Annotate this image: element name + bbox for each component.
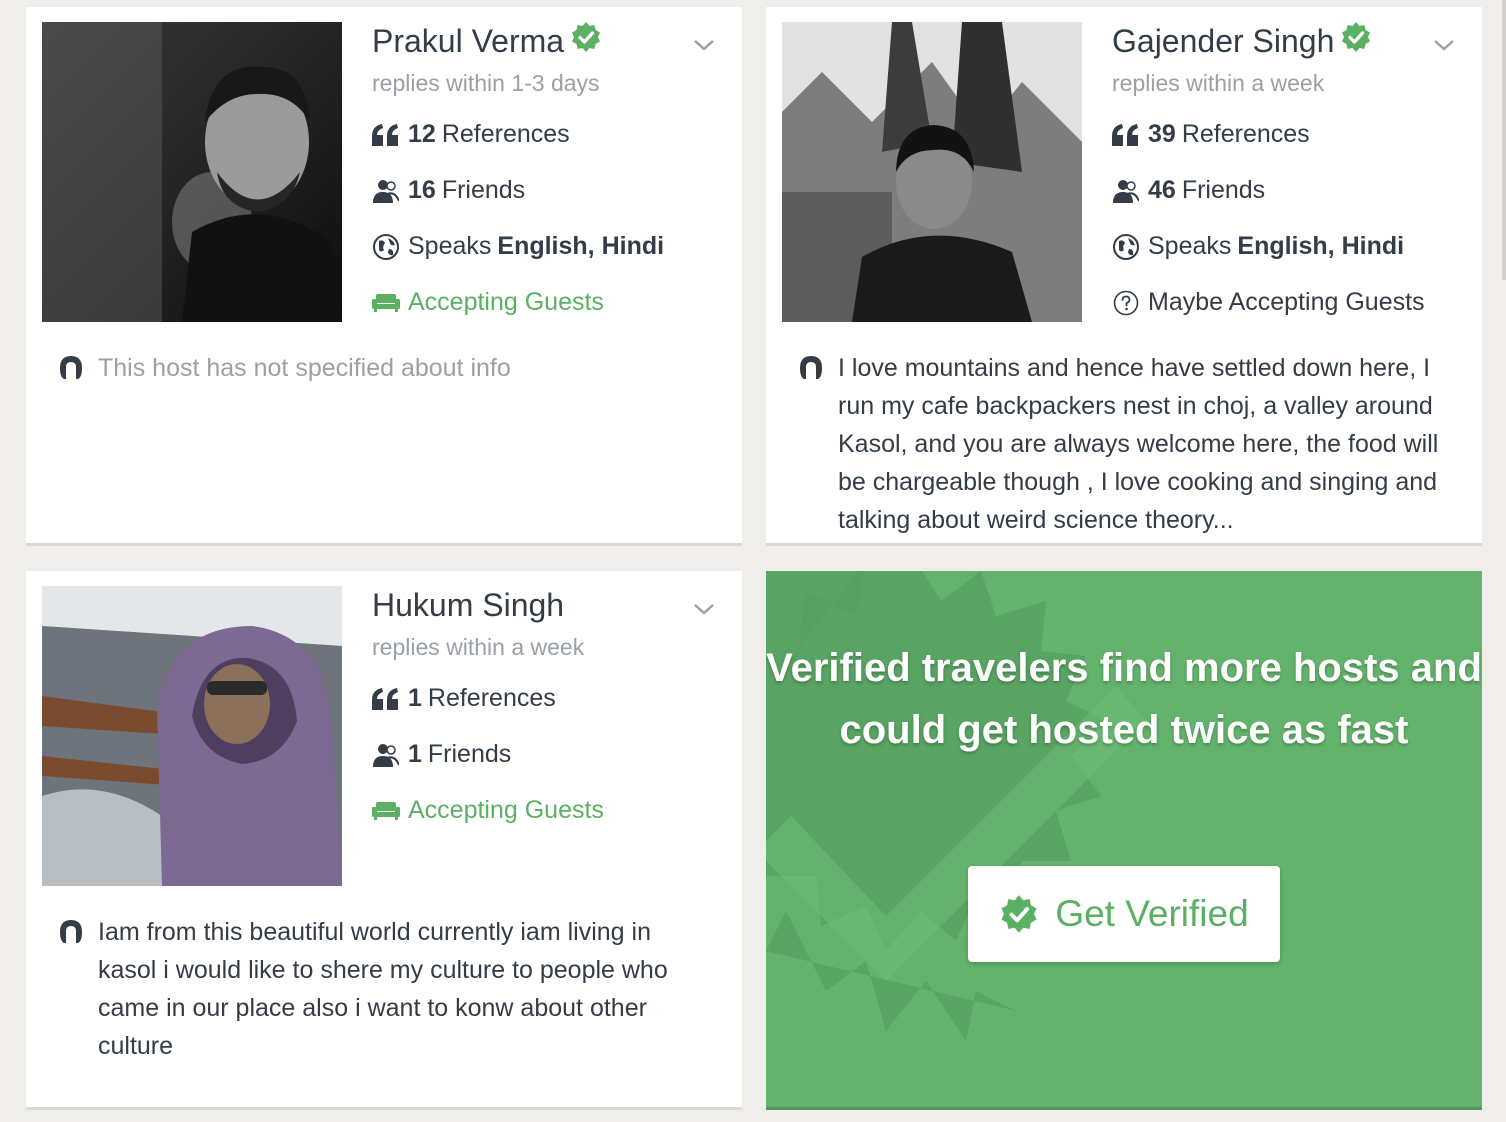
references-label: References [441, 120, 570, 148]
friends-count: 1 [408, 740, 422, 768]
references-stat[interactable]: 1 References [372, 684, 556, 713]
promo-headline: Verified travelers find more hosts and c… [766, 646, 1482, 752]
verified-badge-icon [1001, 895, 1037, 933]
languages-value: English, Hindi [497, 232, 665, 260]
status-label: Accepting Guests [408, 796, 604, 824]
host-card: Gajender Singh replies within a week 39 R… [766, 7, 1482, 543]
reply-time: replies within a week [372, 634, 585, 660]
status-label: Maybe Accepting Guests [1148, 288, 1425, 316]
chevron-down-icon[interactable] [692, 597, 716, 621]
chevron-down-icon[interactable] [692, 33, 716, 57]
speaks-label: Speaks [408, 232, 492, 260]
friends-label: Friends [427, 740, 512, 768]
globe-icon [372, 233, 400, 261]
friends-icon [372, 177, 400, 205]
host-photo[interactable] [42, 22, 342, 322]
about-text: Iam from this beautiful world currently … [98, 918, 668, 1060]
reply-time: replies within a week [1112, 70, 1325, 96]
chevron-down-icon[interactable] [1432, 33, 1456, 57]
page-scrollbar[interactable] [1502, 0, 1506, 280]
languages-value: English, Hindi [1237, 232, 1405, 260]
references-count: 39 [1148, 120, 1176, 148]
verified-badge-icon [1340, 21, 1372, 61]
get-verified-label: Get Verified [1055, 893, 1249, 934]
friends-stat[interactable]: 1 Friends [372, 740, 511, 769]
host-name-text[interactable]: Prakul Verma [372, 23, 564, 59]
references-label: References [427, 684, 556, 712]
friends-label: Friends [441, 176, 526, 204]
host-card: Hukum Singh replies within a week 1 Refer… [26, 571, 742, 1107]
quote-icon [372, 685, 400, 713]
friends-stat[interactable]: 16 Friends [372, 176, 525, 205]
about-person-icon [58, 919, 84, 945]
couch-icon [372, 797, 400, 825]
host-name-text[interactable]: Gajender Singh [1112, 23, 1334, 59]
status-label: Accepting Guests [408, 288, 604, 316]
references-label: References [1181, 120, 1310, 148]
verification-promo: Verified travelers find more hosts and c… [766, 571, 1482, 1107]
verified-badge-icon [570, 21, 602, 61]
host-name[interactable]: Prakul Verma [372, 21, 602, 64]
host-card: Prakul Verma replies within 1-3 days 12 R… [26, 7, 742, 543]
host-photo[interactable] [42, 586, 342, 886]
friends-icon [1112, 177, 1140, 205]
friends-label: Friends [1181, 176, 1266, 204]
quote-icon [1112, 121, 1140, 149]
references-count: 1 [408, 684, 422, 712]
references-stat[interactable]: 39 References [1112, 120, 1310, 149]
references-stat[interactable]: 12 References [372, 120, 570, 149]
speaks-label: Speaks [1148, 232, 1232, 260]
friends-stat[interactable]: 46 Friends [1112, 176, 1265, 205]
about-person-icon [58, 355, 84, 381]
friends-icon [372, 741, 400, 769]
friends-count: 46 [1148, 176, 1176, 204]
globe-icon [1112, 233, 1140, 261]
question-circle-icon [1112, 289, 1140, 317]
get-verified-button[interactable]: Get Verified [968, 866, 1280, 962]
about-text: I love mountains and hence have settled … [838, 354, 1439, 534]
host-name[interactable]: Gajender Singh [1112, 21, 1372, 64]
languages-stat: Speaks English, Hindi [1112, 232, 1404, 261]
references-count: 12 [408, 120, 436, 148]
host-name-text[interactable]: Hukum Singh [372, 587, 564, 623]
host-photo[interactable] [782, 22, 1082, 322]
about-text: This host has not specified about info [98, 354, 511, 382]
languages-stat: Speaks English, Hindi [372, 232, 664, 261]
couch-icon [372, 289, 400, 317]
host-name[interactable]: Hukum Singh [372, 587, 564, 624]
about-person-icon [798, 355, 824, 381]
reply-time: replies within 1-3 days [372, 70, 600, 96]
quote-icon [372, 121, 400, 149]
maybe-accepting-status: Maybe Accepting Guests [1112, 288, 1425, 317]
accepting-status: Accepting Guests [372, 796, 604, 825]
accepting-status: Accepting Guests [372, 288, 604, 317]
friends-count: 16 [408, 176, 436, 204]
